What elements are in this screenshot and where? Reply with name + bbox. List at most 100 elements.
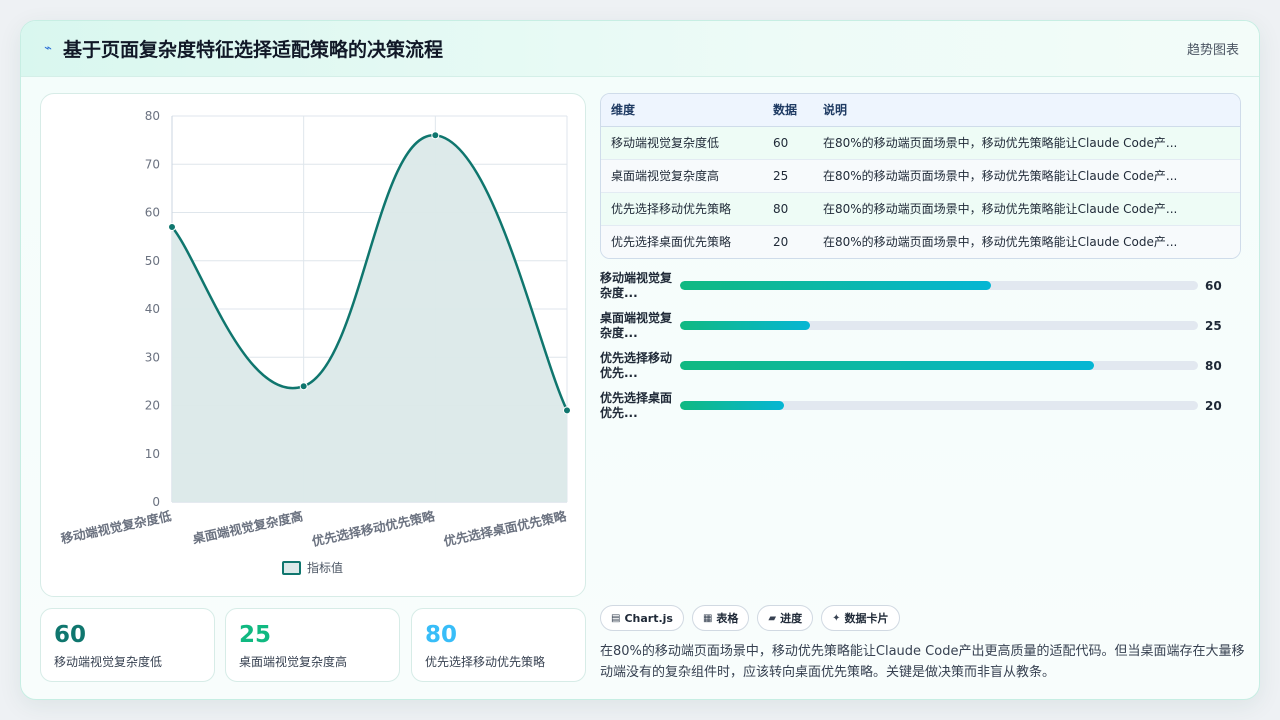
progress-row: 桌面端视觉复 杂度... 25 [600, 311, 1241, 351]
y-tick-label: 40 [145, 302, 160, 316]
table-row: 移动端视觉复杂度低 60 在80%的移动端页面场景中，移动优先策略能让Claud… [601, 126, 1240, 160]
sparkle-icon: ✦ [832, 612, 841, 624]
chip-label: Chart.js [624, 611, 673, 625]
stat-value: 25 [239, 622, 272, 648]
chip-label: 进度 [780, 612, 803, 625]
progress-label-line: 优先选择桌面 [600, 391, 673, 405]
table-cell: 移动端视觉复杂度低 [601, 126, 763, 160]
y-tick-label: 70 [145, 157, 160, 171]
table-header-note: 说明 [813, 94, 1240, 127]
table-cell: 20 [763, 225, 813, 258]
progress-fill [680, 321, 810, 330]
chip-label: 表格 [716, 612, 739, 625]
data-point [563, 406, 571, 415]
progress-value: 25 [1205, 319, 1222, 333]
x-tick-label: 优先选择移动优先策略 [311, 508, 437, 549]
progress-label: 优先选择移动 优先... [600, 351, 676, 381]
progress-track [680, 401, 1198, 410]
chart-icon: ▤ [611, 612, 621, 624]
table-cell: 在80%的移动端页面场景中，移动优先策略能让Claude Code产... [813, 192, 1240, 226]
legend-label: 指标值 [307, 560, 343, 575]
progress-track [680, 321, 1198, 330]
progress-track [680, 361, 1198, 370]
dashboard-frame: ⌁ 基于页面复杂度特征选择适配策略的决策流程 趋势图表 0 10 20 30 40 50 6… [20, 20, 1260, 700]
x-tick-label: 优先选择桌面优先策略 [442, 508, 568, 549]
legend-swatch [282, 561, 301, 575]
stat-card: 25 桌面端视觉复杂度高 [225, 608, 400, 682]
data-point [168, 222, 176, 231]
table-header-row: 维度 数据 说明 [601, 94, 1240, 127]
progress-track [680, 281, 1198, 290]
table-cell: 25 [763, 159, 813, 193]
chart-card: 0 10 20 30 40 50 60 70 80 移动端视觉复杂度低 桌面端视觉复杂度高 优先选择移… [40, 93, 586, 597]
table-header-dimension: 维度 [601, 94, 763, 127]
chip-progress[interactable]: ▰ 进度 [757, 605, 814, 631]
stat-label: 桌面端视觉复杂度高 [239, 655, 348, 669]
description-text: 在80%的移动端页面场景中，移动优先策略能让Claude Code产出更高质量的… [600, 644, 1245, 680]
y-tick-label: 0 [152, 495, 160, 509]
progress-label-line: 杂度... [600, 326, 638, 340]
stat-value: 80 [425, 622, 458, 648]
x-tick-label: 移动端视觉复杂度低 [59, 508, 173, 546]
progress-value: 60 [1205, 279, 1222, 293]
progress-list: 移动端视觉复 杂度... 60 桌面端视觉复 杂度... 25 优先选择移动 优… [600, 271, 1241, 431]
table-row: 桌面端视觉复杂度高 25 在80%的移动端页面场景中，移动优先策略能让Claud… [601, 159, 1240, 193]
header: ⌁ 基于页面复杂度特征选择适配策略的决策流程 趋势图表 [21, 21, 1259, 77]
progress-row: 优先选择桌面 优先... 20 [600, 391, 1241, 431]
progress-fill [680, 361, 1095, 370]
stat-card: 80 优先选择移动优先策略 [411, 608, 586, 682]
chart-type-badge: 趋势图表 [1186, 43, 1239, 58]
chip-table[interactable]: ▦ 表格 [691, 605, 750, 631]
table-icon: ▦ [702, 612, 713, 624]
data-table: 维度 数据 说明 移动端视觉复杂度低 60 在80%的移动端页面场景中，移动优先… [600, 93, 1241, 259]
data-point [431, 131, 440, 140]
table-cell: 在80%的移动端页面场景中，移动优先策略能让Claude Code产... [813, 126, 1240, 160]
progress-fill [680, 401, 784, 410]
y-tick-label: 20 [145, 399, 160, 413]
stat-value: 60 [54, 622, 87, 648]
progress-icon: ▰ [768, 612, 777, 624]
y-tick-label: 30 [145, 350, 160, 364]
table-cell: 优先选择桌面优先策略 [601, 225, 763, 258]
progress-label: 移动端视觉复 杂度... [600, 271, 676, 301]
table-cell: 在80%的移动端页面场景中，移动优先策略能让Claude Code产... [813, 225, 1240, 258]
area-fill [172, 135, 567, 502]
page-title: 基于页面复杂度特征选择适配策略的决策流程 [63, 39, 444, 61]
bolt-icon: ⌁ [44, 41, 52, 56]
progress-label-line: 优先... [600, 406, 638, 420]
area-chart: 0 10 20 30 40 50 60 70 80 移动端视觉复杂度低 桌面端视觉复杂度高 优先选择移… [59, 109, 571, 575]
table-row: 优先选择移动优先策略 80 在80%的移动端页面场景中，移动优先策略能让Clau… [601, 192, 1240, 226]
feature-chips: ▤ Chart.js ▦ 表格 ▰ 进度 ✦ 数据卡片 [600, 605, 900, 631]
progress-row: 优先选择移动 优先... 80 [600, 351, 1241, 391]
progress-row: 移动端视觉复 杂度... 60 [600, 271, 1241, 311]
table-cell: 80 [763, 192, 813, 226]
progress-value: 20 [1205, 399, 1222, 413]
progress-value: 80 [1205, 359, 1222, 373]
y-tick-label: 50 [145, 254, 160, 268]
progress-label: 桌面端视觉复 杂度... [600, 311, 676, 341]
stat-label: 移动端视觉复杂度低 [54, 655, 163, 669]
progress-label-line: 移动端视觉复 [600, 271, 673, 285]
table-row: 优先选择桌面优先策略 20 在80%的移动端页面场景中，移动优先策略能让Clau… [601, 225, 1240, 258]
y-tick-label: 10 [145, 447, 160, 461]
progress-label-line: 杂度... [600, 286, 638, 300]
progress-fill [680, 281, 991, 290]
table-cell: 60 [763, 126, 813, 160]
y-tick-label: 60 [145, 206, 160, 220]
table-cell: 优先选择移动优先策略 [601, 192, 763, 226]
y-tick-label: 80 [145, 109, 160, 123]
progress-label-line: 桌面端视觉复 [600, 311, 673, 325]
chip-data-cards[interactable]: ✦ 数据卡片 [821, 605, 900, 631]
x-tick-label: 桌面端视觉复杂度高 [190, 508, 304, 546]
chip-chartjs[interactable]: ▤ Chart.js [600, 605, 684, 631]
table-cell: 桌面端视觉复杂度高 [601, 159, 763, 193]
progress-label: 优先选择桌面 优先... [600, 391, 676, 421]
progress-label-line: 优先... [600, 366, 638, 380]
data-point [299, 382, 308, 391]
stat-card: 60 移动端视觉复杂度低 [40, 608, 215, 682]
progress-label-line: 优先选择移动 [600, 351, 673, 365]
table-cell: 在80%的移动端页面场景中，移动优先策略能让Claude Code产... [813, 159, 1240, 193]
table-header-data: 数据 [763, 94, 813, 127]
chip-label: 数据卡片 [844, 612, 889, 625]
stat-label: 优先选择移动优先策略 [425, 655, 546, 669]
